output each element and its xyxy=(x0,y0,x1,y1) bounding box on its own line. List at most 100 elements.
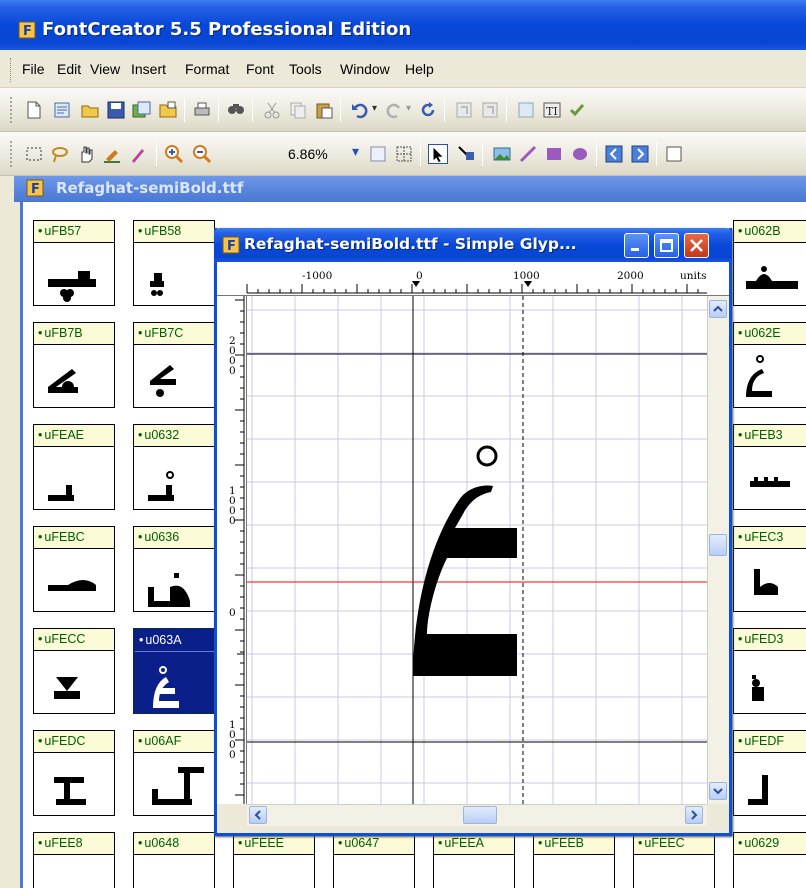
scroll-left-button[interactable] xyxy=(249,806,267,824)
menu-window[interactable]: Window xyxy=(340,61,390,77)
glyph-cell[interactable]: • uFB58 xyxy=(133,220,215,306)
menu-insert[interactable]: Insert xyxy=(131,61,166,77)
glyph-cell[interactable]: • uFEEC xyxy=(633,832,715,888)
ellipse-icon[interactable] xyxy=(570,144,590,164)
glyph-canvas[interactable] xyxy=(247,296,707,804)
new-icon[interactable] xyxy=(24,100,44,120)
menu-format[interactable]: Format xyxy=(185,61,229,77)
prev-glyph-icon[interactable] xyxy=(604,144,624,164)
glyph-preview xyxy=(148,573,190,607)
lasso-icon[interactable] xyxy=(50,144,70,164)
rectangle-icon[interactable] xyxy=(544,144,564,164)
more-icon[interactable] xyxy=(664,144,684,164)
hand-icon[interactable] xyxy=(76,144,96,164)
glyph-cell[interactable]: • uFEEE xyxy=(233,832,315,888)
pointer-icon[interactable] xyxy=(428,144,448,164)
glyph-cell[interactable]: • u0632 xyxy=(133,424,215,510)
glyph-icon[interactable] xyxy=(480,100,500,120)
glyph-edit-title-bar[interactable]: F Refaghat-semiBold.ttf - Simple Glyp... xyxy=(214,228,732,262)
properties-icon[interactable] xyxy=(52,100,72,120)
test-icon[interactable] xyxy=(516,100,536,120)
redo-icon[interactable] xyxy=(384,100,404,120)
scroll-up-button[interactable] xyxy=(709,300,727,318)
glyph-cell[interactable]: • uFEDF xyxy=(733,730,806,816)
menu-edit[interactable]: Edit xyxy=(57,61,81,77)
glyph-cell[interactable]: • uFED3 xyxy=(733,628,806,714)
undo-icon[interactable] xyxy=(350,100,370,120)
copy-icon[interactable] xyxy=(288,100,308,120)
glyph-cell[interactable]: • u0647 xyxy=(333,832,415,888)
glyph-outline[interactable] xyxy=(413,445,517,676)
save-all-icon[interactable] xyxy=(132,100,152,120)
glyph-cell[interactable]: • uFB57 xyxy=(33,220,115,306)
grid-icon[interactable] xyxy=(394,144,414,164)
horizontal-scrollbar[interactable] xyxy=(247,804,707,826)
glyph-cell[interactable]: • uFEE8 xyxy=(33,832,115,888)
menu-view[interactable]: View xyxy=(90,61,120,77)
vertical-scroll-thumb[interactable] xyxy=(709,534,727,556)
standard-toolbar: ▾ ▾ TI xyxy=(0,88,806,132)
redo-dropdown-icon[interactable]: ▾ xyxy=(406,103,411,114)
font-icon[interactable]: TI xyxy=(542,100,562,120)
pen-icon[interactable] xyxy=(102,144,122,164)
menu-file[interactable]: File xyxy=(22,61,45,77)
refresh-icon[interactable] xyxy=(418,100,438,120)
validate-icon[interactable] xyxy=(568,100,588,120)
chevron-right-icon xyxy=(691,810,698,820)
glyph-cell[interactable]: • uFB7C xyxy=(133,322,215,408)
contour-icon[interactable] xyxy=(368,144,388,164)
glyph-cell[interactable]: • u06AF xyxy=(133,730,215,816)
toolbar-grip[interactable] xyxy=(10,141,13,167)
menu-tools[interactable]: Tools xyxy=(289,61,322,77)
next-glyph-icon[interactable] xyxy=(630,144,650,164)
minimize-button[interactable] xyxy=(624,233,649,258)
glyph-cell[interactable]: • u062E xyxy=(733,322,806,408)
save-icon[interactable] xyxy=(106,100,126,120)
scroll-down-button[interactable] xyxy=(709,782,727,800)
node-icon[interactable] xyxy=(456,144,476,164)
ruler-label: 0 xyxy=(416,270,423,282)
fontcreator-app-icon: F xyxy=(18,21,36,39)
glyph-cell[interactable]: • uFEAE xyxy=(33,424,115,510)
menu-font[interactable]: Font xyxy=(246,61,274,77)
find-icon[interactable] xyxy=(226,100,246,120)
scroll-right-button[interactable] xyxy=(685,806,703,824)
zoom-in-icon[interactable] xyxy=(164,144,184,164)
undo-dropdown-icon[interactable]: ▾ xyxy=(372,103,377,114)
glyph-icon[interactable] xyxy=(454,100,474,120)
title-bar[interactable]: F FontCreator 5.5 Professional Edition xyxy=(0,0,806,50)
glyph-cell-selected[interactable]: • u063A xyxy=(133,628,215,714)
cut-icon[interactable] xyxy=(262,100,282,120)
close-button[interactable] xyxy=(684,233,709,258)
zoom-dropdown-icon[interactable]: ▾ xyxy=(352,144,359,160)
print-icon[interactable] xyxy=(192,100,212,120)
glyph-cell[interactable]: • u0636 xyxy=(133,526,215,612)
horizontal-scroll-thumb[interactable] xyxy=(463,806,497,824)
glyph-cell[interactable]: • uFECC xyxy=(33,628,115,714)
paste-icon[interactable] xyxy=(314,100,334,120)
open-icon[interactable] xyxy=(80,100,100,120)
glyph-cell[interactable]: • uFB7B xyxy=(33,322,115,408)
glyph-cell[interactable]: • u062B xyxy=(733,220,806,306)
glyph-cell[interactable]: • u0629 xyxy=(733,832,806,888)
draw-icon[interactable] xyxy=(128,144,148,164)
vertical-scrollbar[interactable] xyxy=(707,296,729,804)
select-icon[interactable] xyxy=(24,144,44,164)
glyph-cell[interactable]: • uFEEB xyxy=(533,832,615,888)
image-icon[interactable] xyxy=(492,144,512,164)
glyph-cell[interactable]: • uFEEA xyxy=(433,832,515,888)
document-title-bar[interactable]: F Refaghat-semiBold.ttf xyxy=(14,176,806,202)
zoom-out-icon[interactable] xyxy=(192,144,212,164)
open-folder-icon[interactable] xyxy=(158,100,178,120)
toolbar-grip[interactable] xyxy=(10,97,13,123)
zoom-level[interactable]: 6.86% xyxy=(288,146,328,162)
line-icon[interactable] xyxy=(518,144,538,164)
glyph-cell[interactable]: • uFEC3 xyxy=(733,526,806,612)
glyph-cell[interactable]: • uFEB3 xyxy=(733,424,806,510)
glyph-cell[interactable]: • uFEBC xyxy=(33,526,115,612)
glyph-cell[interactable]: • uFEDC xyxy=(33,730,115,816)
menu-grip[interactable] xyxy=(10,58,13,82)
maximize-button[interactable] xyxy=(654,233,679,258)
glyph-cell[interactable]: • u0648 xyxy=(133,832,215,888)
menu-help[interactable]: Help xyxy=(405,61,434,77)
